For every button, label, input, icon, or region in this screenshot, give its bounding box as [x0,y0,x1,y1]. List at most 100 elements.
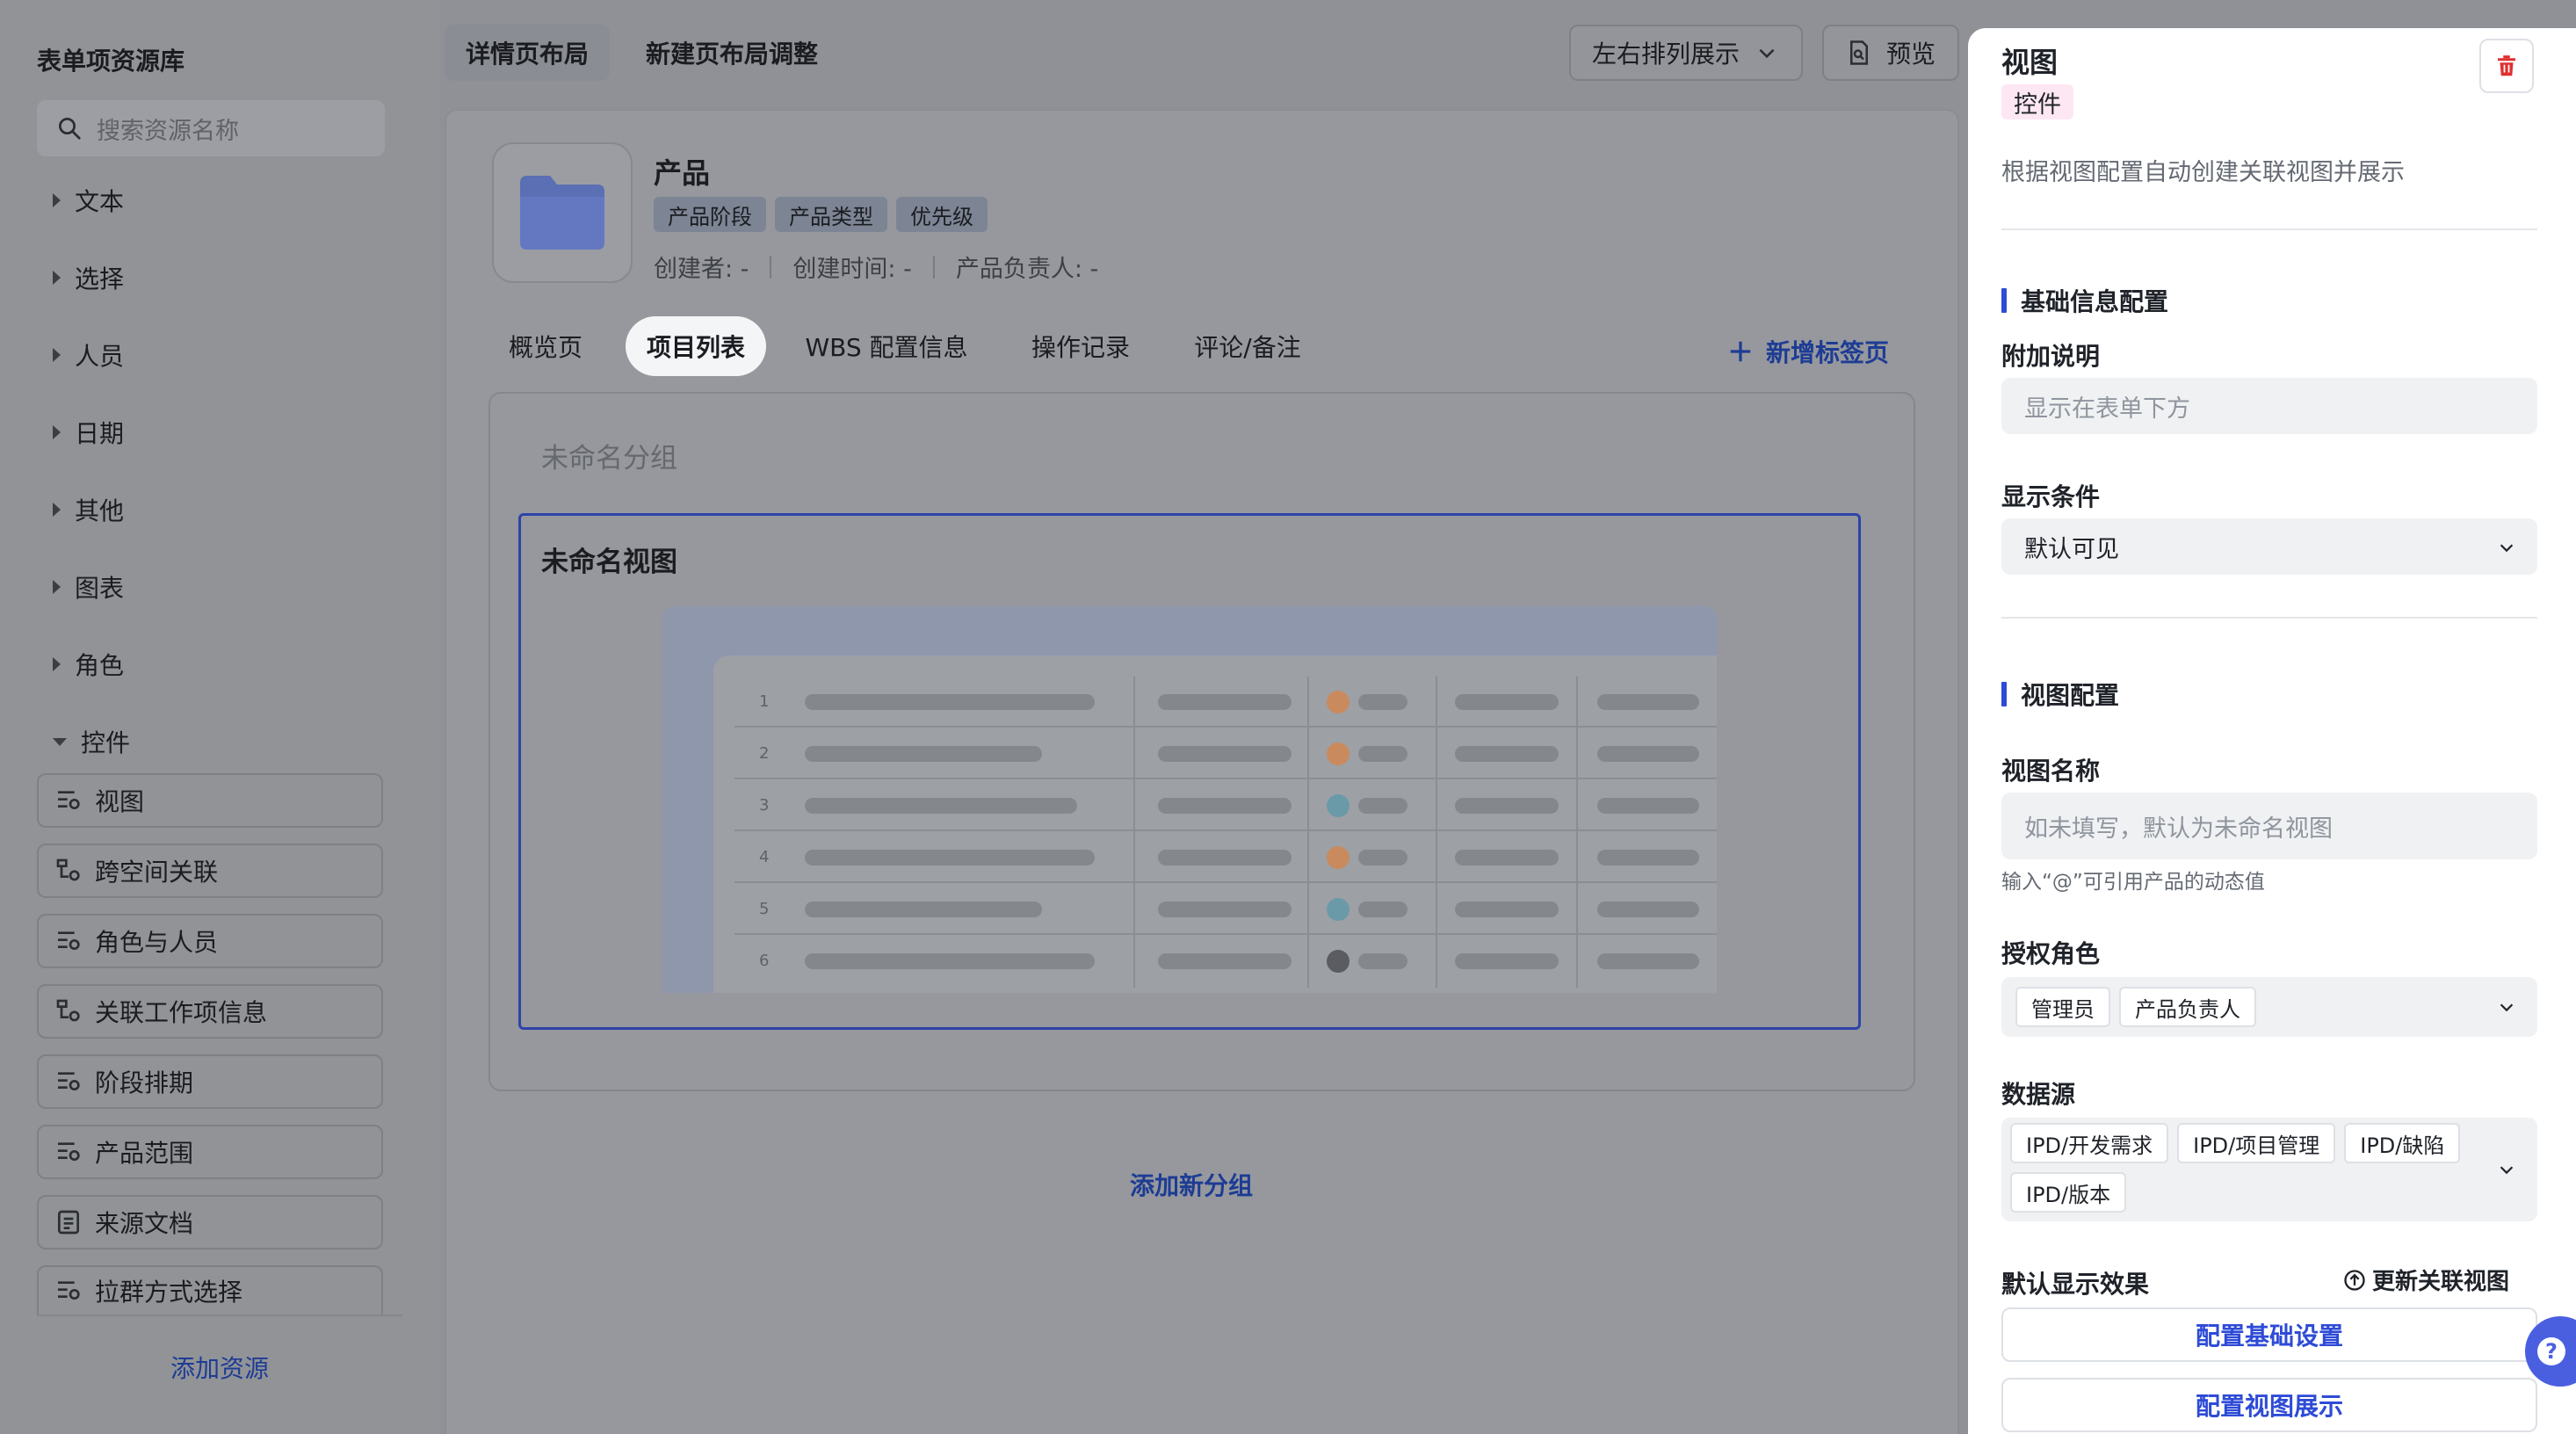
tab-project-list[interactable]: 项目列表 [626,316,766,376]
section-basic-info: 基础信息配置 [2001,283,2168,318]
add-group-link[interactable]: 添加新分组 [1068,1167,1314,1202]
panel-description: 根据视图配置自动创建关联视图并展示 [2001,159,2405,186]
display-condition-value: 默认可见 [2024,535,2119,563]
placeholder-bar [805,798,1077,814]
product-tags: 产品阶段 产品类型 优先级 [654,197,988,232]
table-row: 2 [734,728,1717,779]
category-other[interactable]: 其他 [53,492,124,527]
view-config-icon [58,931,80,950]
resource-item-product-scope[interactable]: 产品范围 [37,1125,383,1179]
placeholder-bar [1358,694,1407,710]
placeholder-bar [1455,953,1559,969]
tab-overview[interactable]: 概览页 [492,316,599,376]
row-number: 1 [759,692,770,711]
resource-item-related-work[interactable]: 关联工作项信息 [37,984,383,1039]
datasource-chip: IPD/版本 [2010,1172,2127,1213]
avatar-icon [1327,898,1350,921]
arrow-up-circle-icon [2344,1269,2365,1291]
resource-item-label: 阶段排期 [95,1068,194,1097]
placeholder-bar [1597,798,1699,814]
category-text[interactable]: 文本 [53,183,124,218]
tab-comments[interactable]: 评论/备注 [1177,316,1318,376]
tab-operation-log[interactable]: 操作记录 [1016,316,1146,376]
placeholder-bar [805,953,1095,969]
configure-basic-button[interactable]: 配置基础设置 [2001,1307,2537,1362]
placeholder-bar [1455,746,1559,762]
document-icon [58,1210,79,1235]
resource-item-label: 角色与人员 [95,928,219,957]
resource-item-view[interactable]: 视图 [37,773,383,828]
chevron-down-icon [2500,1003,2514,1012]
resource-item-label: 产品范围 [95,1139,194,1168]
resource-item-label: 视图 [95,787,145,816]
view-config-icon [58,791,80,809]
roles-select[interactable]: 管理员 产品负责人 [2001,977,2537,1037]
tab-wbs-config[interactable]: WBS 配置信息 [789,316,984,376]
display-condition-label: 显示条件 [2001,482,2101,511]
caret-right-icon [53,271,61,285]
datasource-chip: IPD/缺陷 [2344,1123,2461,1163]
add-tab-label: 新增标签页 [1766,338,1890,367]
datasource-select[interactable]: IPD/开发需求 IPD/项目管理 IPD/缺陷 IPD/版本 [2001,1118,2537,1221]
placeholder-bar [805,746,1042,762]
view-config-icon [58,1072,80,1090]
resource-sidebar: 表单项资源库 搜索资源名称 文本 选择 人员 日期 其他 图表 角色 控件 视图… [0,0,439,1434]
placeholder-bar [1358,850,1407,865]
resource-item-group-chat[interactable]: 拉群方式选择 [37,1265,383,1314]
properties-panel: 视图 控件 根据视图配置自动创建关联视图并展示 基础信息配置 附加说明 显示在表… [1968,28,2576,1434]
placeholder-bar [1455,694,1559,710]
category-date[interactable]: 日期 [53,415,124,450]
resource-item-roles[interactable]: 角色与人员 [37,914,383,968]
category-chart[interactable]: 图表 [53,569,124,605]
delete-button[interactable] [2479,39,2534,93]
avatar-icon [1327,794,1350,817]
caret-right-icon [53,503,61,517]
resource-search-input[interactable]: 搜索资源名称 [37,100,385,156]
trash-icon [2498,55,2515,76]
resource-item-source-doc[interactable]: 来源文档 [37,1195,383,1249]
category-control[interactable]: 控件 [53,724,130,759]
table-row: 5 [734,884,1717,935]
placeholder-bar [1597,746,1699,762]
preview-icon [1849,40,1868,65]
tab-detail-layout[interactable]: 详情页布局 [445,25,610,81]
group-title[interactable]: 未命名分组 [541,436,677,475]
preview-button[interactable]: 预览 [1822,25,1959,81]
resource-item-label: 关联工作项信息 [95,998,268,1027]
view-config-icon [58,1142,80,1161]
datasource-chip: IPD/开发需求 [2010,1123,2169,1163]
placeholder-bar [1455,902,1559,917]
resource-item-stage-schedule[interactable]: 阶段排期 [37,1054,383,1109]
add-tab-button[interactable]: 新增标签页 [1727,334,1889,369]
add-resource-link[interactable]: 添加资源 [0,1350,439,1385]
row-number: 3 [759,796,770,815]
layout-select-value: 左右排列展示 [1592,40,1740,69]
placeholder-bar [1158,798,1292,814]
extra-note-input[interactable]: 显示在表单下方 [2001,378,2537,434]
placeholder-bar [1597,953,1699,969]
resource-item-cross-space[interactable]: 跨空间关联 [37,844,383,898]
layout-select[interactable]: 左右排列展示 [1569,25,1803,81]
placeholder-bar [1455,798,1559,814]
view-name-hint: 输入“@”可引用产品的动态值 [2001,871,2265,894]
default-display-label: 默认显示效果 [2001,1270,2150,1299]
view-name-input[interactable]: 如未填写，默认为未命名视图 [2001,793,2537,859]
datasource-chip: IPD/项目管理 [2177,1123,2336,1163]
configure-view-button[interactable]: 配置视图展示 [2001,1378,2537,1432]
sidebar-title: 表单项资源库 [37,47,185,76]
view-name-placeholder: 如未填写，默认为未命名视图 [2024,815,2333,843]
category-label: 人员 [75,342,125,371]
category-person[interactable]: 人员 [53,337,124,373]
category-select[interactable]: 选择 [53,260,124,295]
placeholder-bar [1455,850,1559,865]
tab-new-layout[interactable]: 新建页布局调整 [631,25,833,81]
category-role[interactable]: 角色 [53,647,124,682]
meta-divider [770,255,772,279]
row-number: 5 [759,900,770,918]
display-condition-select[interactable]: 默认可见 [2001,518,2537,575]
datasource-label: 数据源 [2001,1080,2076,1109]
placeholder-bar [1358,953,1407,969]
placeholder-bar [1597,902,1699,917]
update-view-link[interactable]: 更新关联视图 [2342,1264,2509,1296]
placeholder-bar [1597,850,1699,865]
